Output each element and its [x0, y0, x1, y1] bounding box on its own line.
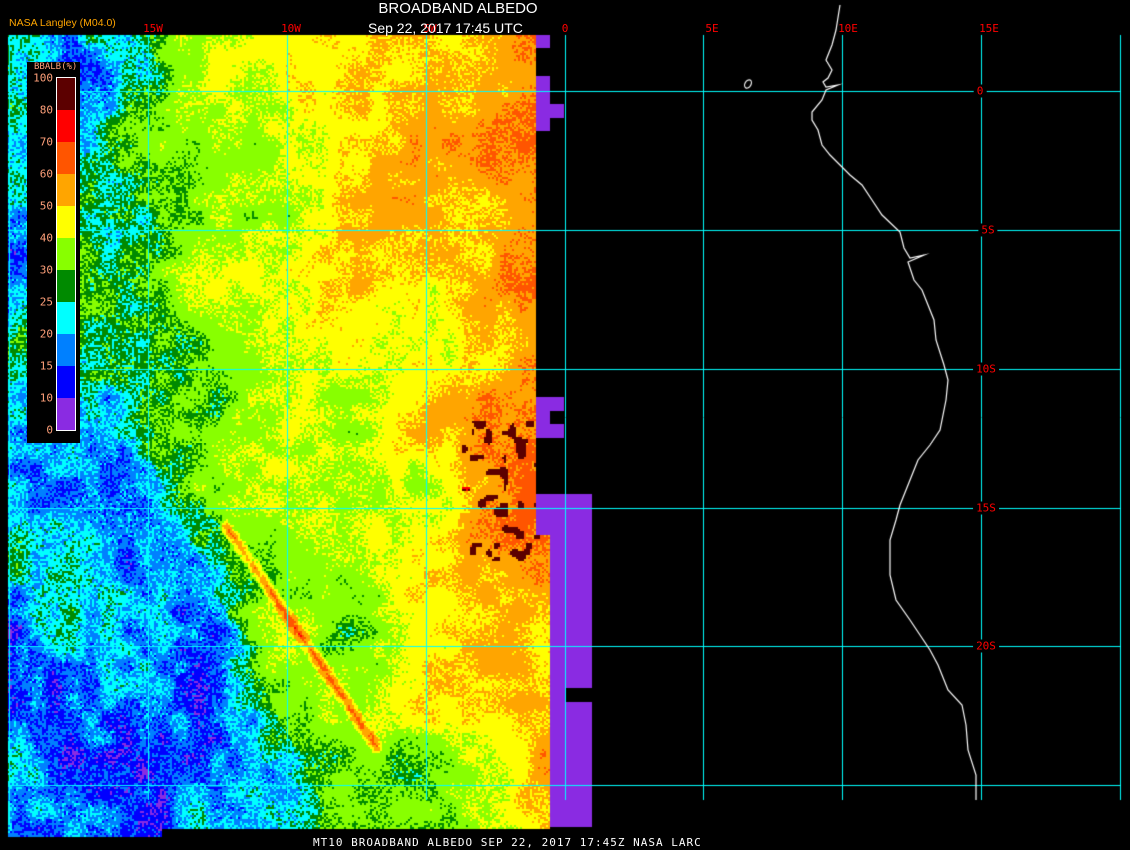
- lon-label-10w: 10W: [281, 22, 301, 35]
- colorbar-tick-label: 80: [39, 103, 53, 117]
- colorbar-tick-label: 60: [39, 167, 53, 181]
- lon-label-10e: 10E: [838, 22, 858, 35]
- lat-label-15s: 15S: [973, 501, 999, 515]
- colorbar-segment: [57, 270, 75, 302]
- lon-label-15e: 15E: [979, 22, 999, 35]
- colorbar-segment: [57, 302, 75, 334]
- colorbar-segment: [57, 334, 75, 366]
- lon-label-5e: 5E: [705, 22, 719, 35]
- colorbar-tick-label: 0: [46, 423, 53, 437]
- colorbar-tick-label: 15: [39, 359, 53, 373]
- lat-label-20s: 20S: [973, 639, 999, 653]
- colorbar-tick-label: 100: [33, 71, 53, 85]
- map-datetime: Sep 22, 2017 17:45 UTC: [368, 20, 523, 36]
- colorbar-tick-label: 10: [39, 391, 53, 405]
- albedo-map-image: [0, 0, 1130, 850]
- producer-credit: NASA Langley (M04.0): [9, 17, 116, 29]
- colorbar-tick-label: 40: [39, 231, 53, 245]
- map-title: BROADBAND ALBEDO: [378, 0, 538, 17]
- colorbar-tick-label: 20: [39, 327, 53, 341]
- colorbar-segment: [57, 142, 75, 174]
- lat-label-0: 0: [973, 84, 987, 98]
- colorbar-tick-label: 70: [39, 135, 53, 149]
- colorbar-segment: [57, 78, 75, 110]
- colorbar-segment: [57, 238, 75, 270]
- colorbar-segment: [57, 366, 75, 398]
- colorbar-tick-label: 25: [39, 295, 53, 309]
- lon-label-15w: 15W: [143, 22, 163, 35]
- footer-caption: MT10 BROADBAND ALBEDO SEP 22, 2017 17:45…: [313, 836, 702, 849]
- colorbar-segment: [57, 110, 75, 142]
- colorbar-segment: [57, 206, 75, 238]
- colorbar-segment: [57, 174, 75, 206]
- lat-label-5s: 5S: [978, 223, 998, 237]
- colorbar-title: BBALB(%): [34, 62, 78, 72]
- lon-label-0: 0: [561, 22, 569, 35]
- lat-label-10s: 10S: [973, 362, 999, 376]
- colorbar: [56, 77, 76, 431]
- colorbar-tick-label: 30: [39, 263, 53, 277]
- colorbar-tick-label: 50: [39, 199, 53, 213]
- colorbar-segment: [57, 398, 75, 430]
